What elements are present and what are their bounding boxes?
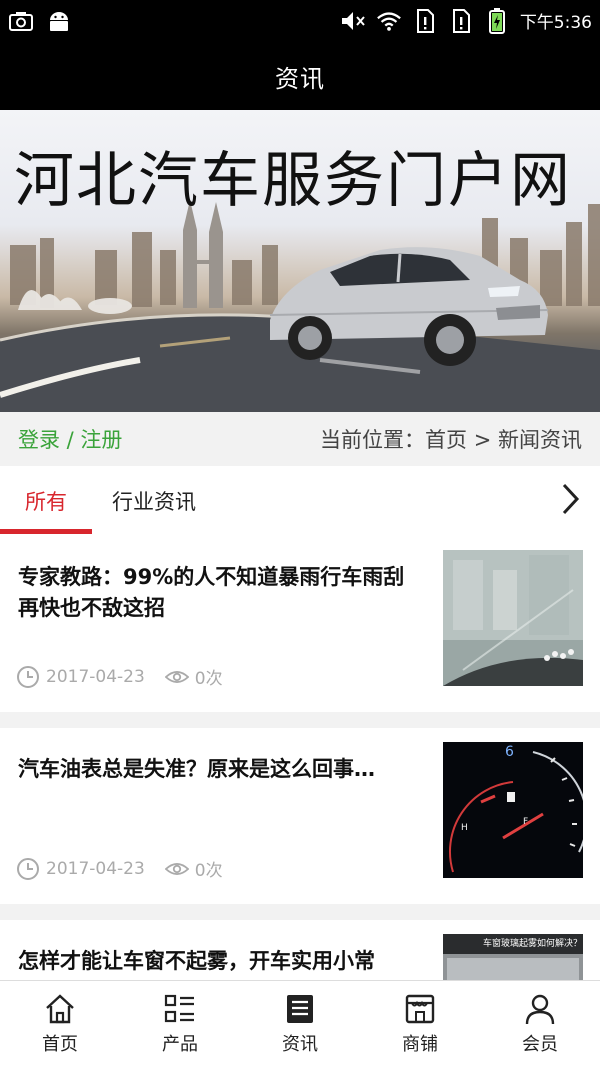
eye-icon bbox=[164, 857, 189, 881]
active-tab-indicator bbox=[0, 529, 92, 534]
thumbnail-caption: 车窗玻璃起雾如何解决？ bbox=[483, 939, 583, 949]
camera-icon bbox=[8, 9, 34, 33]
bottom-nav: 首页 产品 资讯 商铺 会员 bbox=[0, 980, 600, 1067]
news-title: 怎样才能让车窗不起雾，开车实用小常 bbox=[18, 949, 375, 973]
svg-text:F: F bbox=[523, 817, 528, 827]
page-title: 资讯 bbox=[275, 64, 325, 93]
tabs-more-button[interactable] bbox=[540, 466, 600, 536]
news-thumbnail[interactable]: 车窗玻璃起雾如何解决？ bbox=[443, 934, 583, 980]
news-title: 汽车油表总是失准？原来是这么回事… bbox=[18, 757, 375, 781]
sim-icon bbox=[412, 8, 438, 33]
news-item[interactable]: 汽车油表总是失准？原来是这么回事… 2017-04-23 0次 H F 6 bbox=[0, 728, 600, 904]
category-tabs: 所有 行业资讯 bbox=[0, 466, 600, 536]
news-icon bbox=[283, 992, 317, 1026]
news-item[interactable]: 专家教路：99%的人不知道暴雨行车雨刮再快也不敌这招 2017-04-23 0次 bbox=[0, 536, 600, 712]
sim-icon bbox=[448, 8, 474, 33]
battery-icon bbox=[484, 7, 510, 34]
chevron-right-icon bbox=[560, 482, 580, 520]
nav-member[interactable]: 会员 bbox=[480, 981, 600, 1067]
news-meta: 2017-04-23 0次 bbox=[16, 856, 223, 881]
tab-label: 所有 bbox=[25, 490, 67, 514]
tab-all[interactable]: 所有 bbox=[0, 466, 92, 536]
news-title: 专家教路：99%的人不知道暴雨行车雨刮再快也不敌这招 bbox=[18, 565, 405, 620]
list-icon bbox=[163, 992, 197, 1026]
news-date: 2017-04-23 bbox=[46, 858, 145, 879]
news-views: 0次 bbox=[194, 669, 223, 689]
mute-icon bbox=[340, 9, 366, 33]
news-meta: 2017-04-23 0次 bbox=[16, 664, 223, 689]
svg-text:H: H bbox=[461, 823, 468, 833]
tab-label: 行业资讯 bbox=[112, 490, 196, 514]
banner-title: 河北汽车服务门户网 bbox=[14, 146, 572, 216]
header: 资讯 bbox=[0, 42, 600, 110]
news-date: 2017-04-23 bbox=[46, 666, 145, 687]
status-time: 下午5:36 bbox=[519, 13, 592, 33]
breadcrumb: 当前位置：首页 > 新闻资讯 bbox=[320, 428, 582, 452]
shop-icon bbox=[403, 992, 437, 1026]
nav-home[interactable]: 首页 bbox=[0, 981, 120, 1067]
nav-news[interactable]: 资讯 bbox=[240, 981, 360, 1067]
banner[interactable]: 河北汽车服务门户网 bbox=[0, 110, 600, 412]
nav-label: 资讯 bbox=[282, 1034, 318, 1055]
news-thumbnail[interactable]: H F 6 bbox=[443, 742, 583, 878]
nav-label: 首页 bbox=[42, 1034, 78, 1055]
location-bar: 登录 / 注册 当前位置：首页 > 新闻资讯 bbox=[0, 412, 600, 466]
status-bar: 下午5:36 bbox=[0, 0, 600, 42]
nav-label: 会员 bbox=[522, 1034, 558, 1055]
user-icon bbox=[523, 992, 557, 1026]
eye-icon bbox=[164, 665, 189, 689]
news-views: 0次 bbox=[194, 861, 223, 881]
clock-icon bbox=[16, 665, 40, 689]
tab-industry-news[interactable]: 行业资讯 bbox=[112, 466, 196, 536]
nav-products[interactable]: 产品 bbox=[120, 981, 240, 1067]
news-thumbnail[interactable] bbox=[443, 550, 583, 686]
svg-text:6: 6 bbox=[505, 744, 514, 760]
wifi-icon bbox=[376, 9, 402, 33]
news-item[interactable]: 怎样才能让车窗不起雾，开车实用小常 车窗玻璃起雾如何解决？ bbox=[0, 920, 600, 980]
home-icon bbox=[43, 992, 77, 1026]
clock-icon bbox=[16, 857, 40, 881]
nav-shops[interactable]: 商铺 bbox=[360, 981, 480, 1067]
android-icon bbox=[46, 9, 72, 33]
login-register-link[interactable]: 登录 / 注册 bbox=[18, 424, 122, 454]
news-list: 专家教路：99%的人不知道暴雨行车雨刮再快也不敌这招 2017-04-23 0次 bbox=[0, 536, 600, 980]
nav-label: 产品 bbox=[162, 1034, 198, 1055]
nav-label: 商铺 bbox=[402, 1034, 438, 1055]
